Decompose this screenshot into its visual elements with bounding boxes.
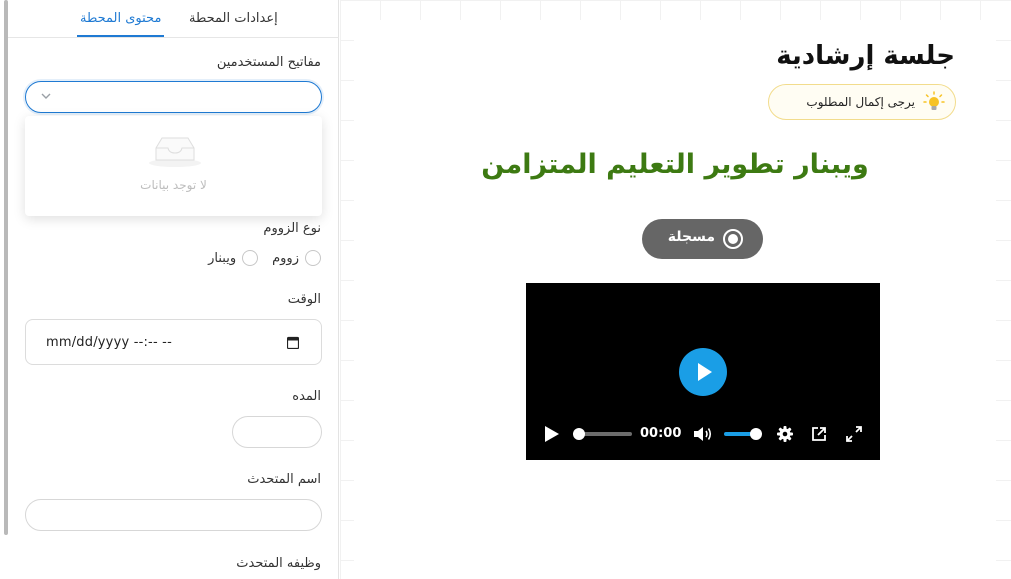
zoom-type-radio-group: زووم ويبنار [208, 249, 321, 267]
users-keys-dropdown: لا توجد بيانات [25, 116, 322, 216]
play-icon[interactable] [544, 425, 560, 443]
panel-scrollbar[interactable] [4, 0, 8, 535]
chevron-down-icon [40, 89, 52, 103]
play-overlay-button[interactable] [679, 348, 727, 396]
radio-dot-icon [723, 229, 743, 249]
radio-zoom[interactable]: زووم [272, 249, 321, 267]
speaker-job-label: وظيفه المتحدث [236, 556, 321, 571]
video-player[interactable]: 00:00 [526, 283, 880, 460]
lightbulb-icon [923, 91, 945, 110]
station-preview-card: جلسة إرشادية يرجى إكمال المطلوب ويبنار ت… [354, 20, 996, 579]
users-keys-select[interactable] [25, 81, 322, 113]
radio-zoom-label: زووم [272, 250, 299, 266]
station-settings-panel: إعدادات المحطة محتوى المحطة مفاتيح المست… [0, 0, 339, 579]
fullscreen-icon[interactable] [846, 426, 862, 442]
users-keys-label: مفاتيح المستخدمين [216, 55, 321, 70]
empty-state-text: لا توجد بيانات [140, 178, 207, 192]
page-title: جلسة إرشادية [776, 41, 955, 71]
radio-webinar-label: ويبنار [208, 250, 237, 266]
webinar-title: ويبنار تطوير التعليم المتزامن [481, 149, 869, 180]
tab-station-content[interactable]: محتوى المحطة [80, 11, 161, 26]
progress-slider[interactable] [572, 427, 634, 441]
calendar-icon[interactable] [287, 336, 299, 349]
recorded-label: مسجلة [667, 229, 715, 245]
time-display: 00:00 [640, 426, 682, 441]
volume-icon[interactable] [693, 425, 713, 443]
popout-icon[interactable] [811, 426, 827, 442]
hint-badge: يرجى إكمال المطلوب [768, 84, 956, 120]
recorded-toggle-button[interactable]: مسجلة [642, 219, 763, 259]
volume-slider[interactable] [722, 427, 764, 441]
speaker-name-input[interactable] [25, 499, 322, 531]
datetime-value: mm/dd/yyyy --:-- -- [46, 335, 172, 350]
tab-station-settings[interactable]: إعدادات المحطة [189, 11, 278, 26]
speaker-name-label: اسم المتحدث [247, 472, 321, 487]
radio-circle[interactable] [305, 250, 321, 266]
duration-input[interactable] [232, 416, 322, 448]
panel-tabs: إعدادات المحطة محتوى المحطة [8, 0, 339, 38]
time-label: الوقت [287, 292, 321, 307]
duration-label: المده [292, 389, 321, 404]
active-tab-indicator [77, 35, 164, 37]
hint-text: يرجى إكمال المطلوب [806, 95, 915, 109]
radio-webinar[interactable]: ويبنار [208, 249, 259, 267]
datetime-input[interactable]: mm/dd/yyyy --:-- -- [25, 319, 322, 365]
empty-inbox-icon [149, 137, 201, 167]
gear-icon[interactable] [777, 426, 793, 442]
radio-circle[interactable] [242, 250, 259, 266]
zoom-type-label: نوع الزووم [263, 221, 321, 236]
